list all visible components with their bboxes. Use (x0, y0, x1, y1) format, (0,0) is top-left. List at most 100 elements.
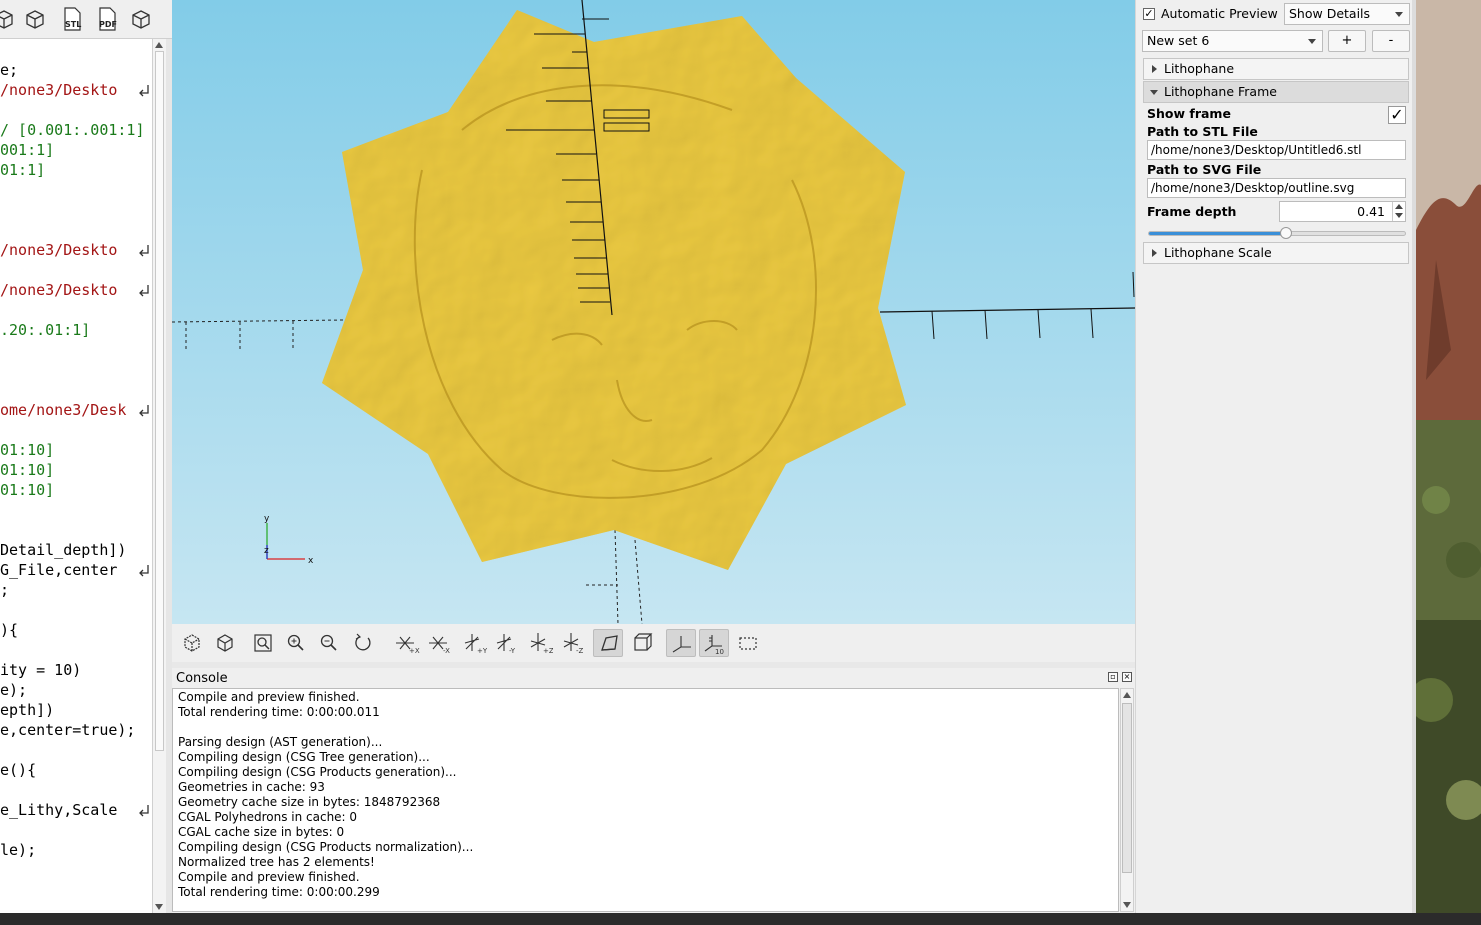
frame-depth-slider[interactable] (1148, 227, 1406, 239)
console-scrollbar[interactable] (1120, 688, 1134, 912)
svg-text:+X: +X (409, 647, 420, 655)
view-preview-icon[interactable] (0, 6, 16, 32)
stl-text: STL (65, 20, 81, 29)
show-axes-icon[interactable] (666, 629, 696, 657)
code-line[interactable]: 01:10] (0, 480, 54, 500)
show-frame-checkbox[interactable]: ✓ (1388, 106, 1406, 124)
editor-scrollbar[interactable] (152, 39, 166, 913)
show-scale-markers-icon[interactable]: 10 (699, 629, 729, 657)
slider-fill (1149, 232, 1286, 235)
code-line[interactable]: ){ (0, 620, 18, 640)
stl-path-field[interactable]: /home/none3/Desktop/Untitled6.stl (1147, 140, 1406, 160)
code-line[interactable]: 001:1] (0, 140, 54, 160)
code-editor[interactable]: e;/none3/Deskto / [0.001:.001:1] 001:1] 01:… (0, 39, 152, 913)
details-select[interactable]: Show Details (1284, 3, 1410, 25)
chevron-down-icon (1395, 12, 1403, 17)
console-line: Total rendering time: 0:00:00.299 (178, 885, 380, 899)
render-icon[interactable] (23, 6, 47, 32)
code-line[interactable]: /none3/Deskto (0, 280, 117, 300)
view-toolbar: +X -X +Y -Y +Z -Z 10 (172, 624, 1135, 662)
gizmo-y-label: y (264, 514, 270, 524)
remove-preset-button[interactable]: - (1372, 30, 1410, 52)
x-axis-positive (879, 307, 1135, 313)
zoom-out-icon[interactable] (314, 629, 344, 657)
svg-path-label: Path to SVG File (1147, 162, 1262, 177)
scroll-up-icon[interactable] (155, 42, 163, 48)
console-scroll-down-icon[interactable] (1123, 902, 1131, 908)
group-lithophane-frame[interactable]: Lithophane Frame (1143, 81, 1409, 103)
code-line[interactable]: G_File,center (0, 560, 117, 580)
code-line[interactable]: / [0.001:.001:1] (0, 120, 145, 140)
code-line[interactable]: ome/none3/Desk (0, 400, 126, 420)
console-line: CGAL Polyhedrons in cache: 0 (178, 810, 358, 824)
code-line[interactable]: e; (0, 60, 18, 80)
close-console-icon[interactable]: × (1122, 672, 1132, 682)
code-line[interactable]: /none3/Deskto (0, 80, 117, 100)
console-scroll-up-icon[interactable] (1123, 692, 1131, 698)
code-line[interactable]: Detail_depth]) (0, 540, 126, 560)
code-line[interactable]: 01:10] (0, 460, 54, 480)
zoom-in-icon[interactable] (281, 629, 311, 657)
svg-text:-Z: -Z (576, 647, 584, 655)
export-3d-icon[interactable] (129, 6, 153, 32)
svg-path-field[interactable]: /home/none3/Desktop/outline.svg (1147, 178, 1406, 198)
x-scale-markers-negative (185, 321, 294, 352)
code-line[interactable]: le); (0, 840, 36, 860)
console-title: Console (176, 671, 228, 686)
frame-depth-spinbox[interactable]: 0.41 (1279, 201, 1406, 222)
code-line[interactable]: epth]) (0, 700, 54, 720)
code-line[interactable]: ity = 10) (0, 660, 81, 680)
3d-viewport[interactable]: x y z (172, 0, 1135, 624)
x-scale-markers (931, 271, 1135, 340)
code-line[interactable]: e,center=true); (0, 720, 135, 740)
float-console-icon[interactable]: ▫ (1108, 672, 1118, 682)
code-line[interactable]: ; (0, 580, 9, 600)
preview-icon[interactable] (177, 629, 207, 657)
console-output[interactable]: Compile and preview finished. Total rende… (172, 688, 1119, 912)
view-top-icon[interactable]: +Z (523, 629, 554, 657)
preset-select[interactable]: New set 6 (1142, 30, 1323, 52)
console-line: Compile and preview finished. (178, 690, 360, 704)
code-line[interactable]: .20:.01:1] (0, 320, 90, 340)
export-pdf-icon[interactable]: PDF (95, 6, 119, 32)
group-lithophane[interactable]: Lithophane (1143, 58, 1409, 80)
scroll-down-icon[interactable] (155, 904, 163, 910)
code-line[interactable]: 01:10] (0, 440, 54, 460)
view-left-icon[interactable]: -X (423, 629, 453, 657)
svg-text:-X: -X (443, 647, 450, 655)
perspective-icon[interactable] (593, 629, 623, 657)
frame-depth-label: Frame depth (1147, 204, 1237, 219)
reset-view-icon[interactable] (348, 629, 378, 657)
group-scale-label: Lithophane Scale (1164, 245, 1272, 260)
code-line[interactable]: /none3/Deskto (0, 240, 117, 260)
frame-depth-value: 0.41 (1357, 204, 1385, 219)
editor-scroll-thumb[interactable] (155, 51, 164, 751)
line-wrap-icon (138, 244, 150, 258)
spin-arrows-icon[interactable] (1392, 202, 1405, 221)
view-bottom-icon[interactable]: -Z (556, 629, 586, 657)
orthogonal-icon[interactable] (627, 629, 657, 657)
view-right-icon[interactable]: +X (390, 629, 420, 657)
line-wrap-icon (138, 84, 150, 98)
view-back-icon[interactable]: +Y (457, 629, 488, 657)
slider-handle[interactable] (1280, 227, 1292, 239)
group-lithophane-scale[interactable]: Lithophane Scale (1143, 242, 1409, 264)
axes-gizmo: x y z (264, 514, 314, 566)
view-all-icon[interactable] (248, 629, 278, 657)
show-edges-icon[interactable] (733, 629, 763, 657)
add-preset-button[interactable]: + (1328, 30, 1366, 52)
console-panel: Console ▫ × Compile and preview finished… (172, 668, 1135, 913)
export-stl-icon[interactable]: STL (60, 6, 84, 32)
auto-preview-checkbox[interactable]: ✓ (1143, 8, 1155, 20)
code-line[interactable]: e(){ (0, 760, 36, 780)
svg-text:+Z: +Z (543, 647, 553, 655)
render-icon[interactable] (210, 629, 240, 657)
console-line: Normalized tree has 2 elements! (178, 855, 375, 869)
console-line: Compiling design (CSG Products normaliza… (178, 840, 474, 854)
console-scroll-thumb[interactable] (1122, 703, 1132, 873)
code-line[interactable]: e); (0, 680, 27, 700)
code-line[interactable]: 01:1] (0, 160, 45, 180)
view-front-icon[interactable]: -Y (489, 629, 519, 657)
svg-text:10: 10 (715, 648, 724, 656)
code-line[interactable]: e_Lithy,Scale (0, 800, 117, 820)
